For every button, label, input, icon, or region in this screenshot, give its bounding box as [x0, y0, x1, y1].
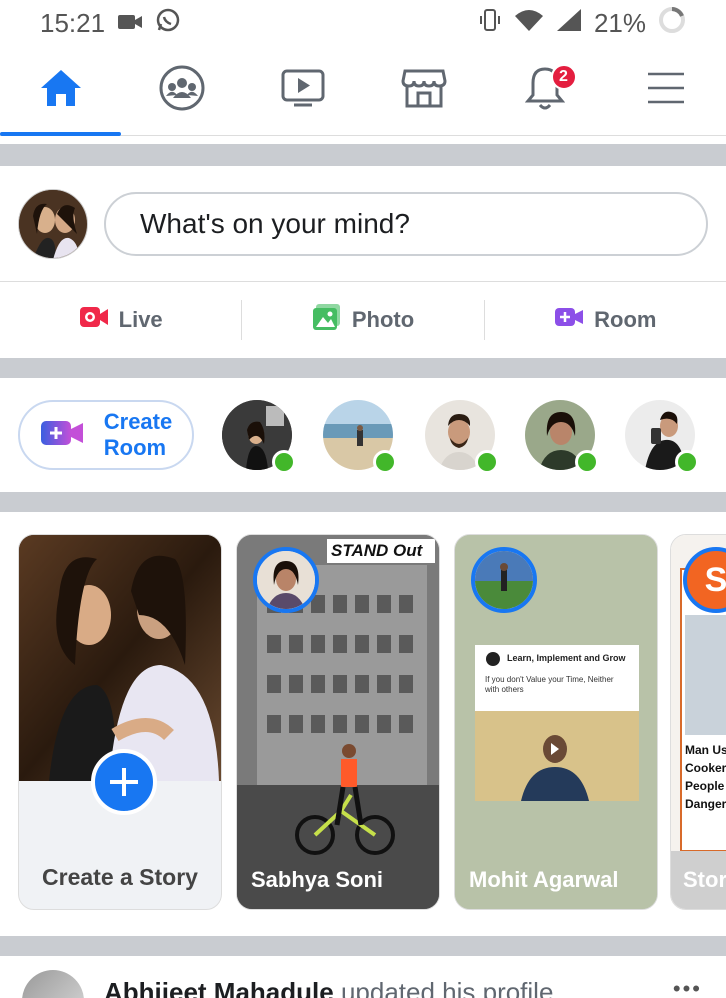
room-contact-avatar[interactable] — [323, 400, 397, 474]
live-video-icon — [79, 305, 109, 335]
story-card-title: Learn, Implement and Grow — [507, 653, 626, 663]
story-author-avatar — [253, 547, 319, 613]
online-indicator — [575, 450, 599, 474]
story-card[interactable]: S Man Us Cooker People Danger Stor — [670, 534, 726, 910]
top-nav: 2 — [0, 46, 726, 136]
avatar[interactable] — [18, 188, 88, 259]
signal-icon — [556, 8, 582, 39]
battery-icon — [658, 6, 686, 41]
story-headline: Man Us Cooker People Danger — [685, 743, 726, 811]
story-author-name: Sabhya Soni — [251, 867, 384, 892]
online-indicator — [272, 450, 296, 474]
story-profile-photo — [19, 535, 221, 781]
story-author-avatar — [471, 547, 537, 613]
post-author[interactable]: Abhijeet Mahadule — [104, 977, 334, 998]
tab-home[interactable] — [0, 46, 121, 136]
create-room-button[interactable]: Create Room — [18, 400, 194, 470]
vibrate-icon — [478, 7, 502, 40]
whats-on-your-mind-input[interactable]: What's on your mind? — [104, 191, 708, 256]
story-author-name: Stor — [683, 867, 726, 892]
avatar[interactable] — [22, 970, 84, 998]
room-button[interactable]: Room — [485, 300, 726, 340]
battery-percent: 21% — [593, 7, 646, 38]
wifi-icon — [514, 8, 544, 39]
live-label: Live — [118, 307, 163, 332]
online-indicator — [675, 450, 699, 474]
room-contact-avatar[interactable] — [525, 400, 599, 474]
room-video-icon — [554, 306, 584, 334]
room-contact-avatar[interactable] — [425, 400, 499, 474]
section-divider — [0, 936, 726, 956]
stories-tray: Create a Story STAND Out Sabhya Soni Lea… — [0, 512, 726, 936]
more-options-icon[interactable]: ••• — [673, 976, 702, 998]
tab-menu[interactable] — [605, 46, 726, 135]
tab-notifications[interactable]: 2 — [484, 46, 605, 135]
room-video-icon — [40, 418, 84, 453]
tab-watch[interactable] — [242, 46, 363, 135]
video-camera-icon — [117, 8, 143, 39]
section-divider — [0, 144, 726, 166]
groups-icon — [159, 65, 205, 116]
post-action: updated his profile — [340, 977, 554, 998]
room-contact-avatar[interactable] — [625, 400, 699, 474]
home-icon — [39, 68, 83, 113]
status-time: 15:21 — [40, 7, 106, 38]
create-story-label: Create a Story — [42, 864, 198, 890]
menu-icon — [646, 71, 686, 110]
story-author-name: Mohit Agarwal — [469, 867, 619, 892]
create-room-label: Create Room — [103, 409, 173, 460]
online-indicator — [373, 450, 397, 474]
tab-groups[interactable] — [121, 46, 242, 135]
watch-icon — [280, 68, 326, 113]
room-label: Room — [594, 307, 657, 332]
photo-icon — [312, 303, 342, 337]
create-story-card[interactable]: Create a Story — [18, 534, 222, 910]
tab-marketplace[interactable] — [363, 46, 484, 135]
notification-badge: 2 — [550, 64, 577, 90]
photo-button[interactable]: Photo — [242, 300, 483, 340]
story-card-text: If you don't Value your Time, Neither wi… — [485, 675, 614, 694]
room-contact-avatar[interactable] — [222, 400, 296, 474]
story-card[interactable]: Learn, Implement and Grow If you don't V… — [454, 534, 658, 910]
section-divider — [0, 492, 726, 512]
composer-actions: Live Photo Room — [0, 282, 726, 358]
post-composer: What's on your mind? — [0, 166, 726, 282]
story-card[interactable]: STAND Out Sabhya Soni — [236, 534, 440, 910]
add-story-button[interactable] — [91, 749, 157, 815]
status-bar: 15:21 21% — [0, 0, 726, 46]
plus-icon — [110, 768, 138, 796]
live-button[interactable]: Live — [0, 300, 241, 340]
post-header: Abhijeet Mahadule updated his profile ••… — [0, 956, 726, 998]
marketplace-icon — [400, 67, 447, 114]
section-divider — [0, 358, 726, 378]
story-overlay-text: STAND Out — [331, 541, 423, 560]
photo-label: Photo — [351, 307, 415, 332]
post-title: Abhijeet Mahadule updated his profile — [104, 977, 553, 998]
whatsapp-icon — [155, 7, 181, 40]
online-indicator — [475, 450, 499, 474]
